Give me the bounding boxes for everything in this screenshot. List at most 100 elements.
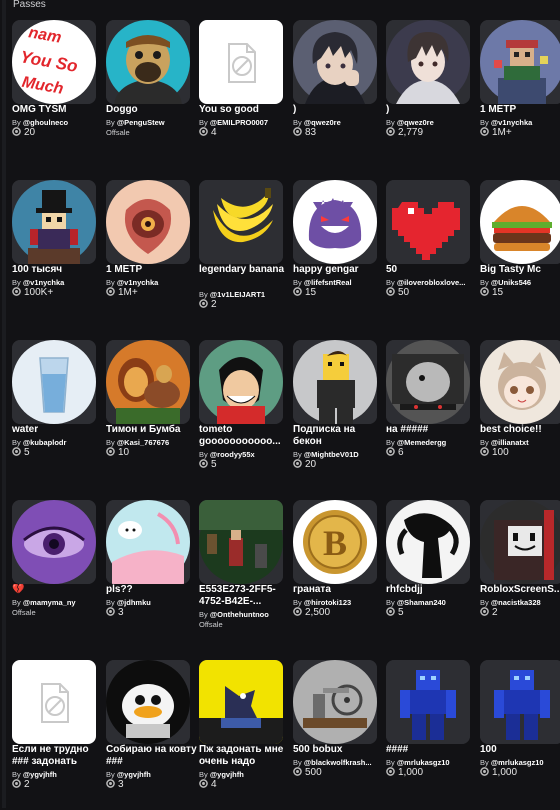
gold-coin-image[interactable]: B: [293, 500, 377, 584]
pass-creator[interactable]: By @jdhmku: [106, 598, 200, 607]
creator-name[interactable]: @ygvjhfh: [117, 770, 151, 779]
pass-title[interactable]: rhfcbdjj: [386, 584, 478, 596]
pass-creator[interactable]: By @mrlukasgz10: [480, 758, 560, 767]
pass-title[interactable]: ): [386, 104, 478, 116]
pass-creator[interactable]: By @qwez0re: [293, 118, 387, 127]
pass-title[interactable]: на #####: [386, 424, 478, 436]
pass-title[interactable]: Тимон и Бумба: [106, 424, 198, 436]
blue-robot-image[interactable]: [386, 660, 470, 744]
creator-name[interactable]: @lifefsntReal: [304, 278, 352, 287]
pass-title[interactable]: 500 bobux: [293, 744, 385, 756]
pass-creator[interactable]: By @MightbeV01D: [293, 450, 387, 459]
pass-creator[interactable]: By @ghoulneco: [12, 118, 106, 127]
heart-hands-image[interactable]: [106, 180, 190, 264]
pass-creator[interactable]: By @EMILPRO0007: [199, 118, 293, 127]
engine-image[interactable]: [293, 660, 377, 744]
pass-title[interactable]: ): [293, 104, 385, 116]
tysm-image[interactable]: nam You So Much: [12, 20, 96, 104]
creator-name[interactable]: @v1nychka: [491, 118, 533, 127]
pass-title[interactable]: water: [12, 424, 104, 436]
pass-creator[interactable]: By @qwez0re: [386, 118, 480, 127]
pass-card[interactable]: Пж задонать мне очень надо By @ygvjhfh 4: [199, 660, 285, 810]
pass-creator[interactable]: By @1v1LEIJART1: [199, 290, 293, 299]
game-screenshot-image[interactable]: [199, 500, 283, 584]
pass-card[interactable]: ) By @qwez0re 2,779: [386, 20, 472, 170]
pass-card[interactable]: 50 By @iloverobloxlove... 50: [386, 180, 472, 330]
pass-title[interactable]: ####: [386, 744, 478, 756]
pass-title[interactable]: E553E273-2FF5-4752-B42E-...: [199, 584, 291, 608]
pass-card[interactable]: 1 МЕТР By @v1nychka 1M+: [106, 180, 192, 330]
pass-title[interactable]: 50: [386, 264, 478, 276]
pass-card[interactable]: RobloxScreenS... By @nacistka328 2: [480, 500, 560, 650]
lion-king-image[interactable]: [106, 340, 190, 424]
pass-title[interactable]: граната: [293, 584, 385, 596]
creator-name[interactable]: @v1nychka: [117, 278, 159, 287]
pass-creator[interactable]: By @blackwolfkrash...: [293, 758, 387, 767]
pass-card[interactable]: на ##### By @Memedergg 6: [386, 340, 472, 490]
creator-name[interactable]: @qwez0re: [304, 118, 341, 127]
pass-creator[interactable]: By @lifefsntReal: [293, 278, 387, 287]
pass-title[interactable]: 100: [480, 744, 560, 756]
pass-card[interactable]: You so good By @EMILPRO0007 4: [199, 20, 285, 170]
pass-title[interactable]: tometo gooooooooooo...: [199, 424, 291, 448]
pass-title[interactable]: Пж задонать мне очень надо: [199, 744, 291, 768]
pass-card[interactable]: 100 тысяч By @v1nychka 100K+: [12, 180, 98, 330]
pass-creator[interactable]: By @ygvjhfh: [199, 770, 293, 779]
pass-title[interactable]: 1 МЕТР: [480, 104, 560, 116]
pass-card[interactable]: tometo gooooooooooo... By @roodyy55x 5: [199, 340, 285, 490]
pass-creator[interactable]: By @v1nychka: [12, 278, 106, 287]
pass-card[interactable]: E553E273-2FF5-4752-B42E-... By @Onthehunt…: [199, 500, 285, 650]
blue-robot-image[interactable]: [480, 660, 560, 744]
creator-name[interactable]: @PenguStew: [117, 118, 165, 127]
pass-creator[interactable]: By @v1nychka: [480, 118, 560, 127]
duck-image[interactable]: [106, 660, 190, 744]
pixel-heart-image[interactable]: [386, 180, 470, 264]
pass-card[interactable]: water By @kubaplodr 5: [12, 340, 98, 490]
anime-avatar-image[interactable]: [293, 20, 377, 104]
tophat-avatar-image[interactable]: [12, 180, 96, 264]
pass-card[interactable]: Big Tasty Mc By @Uniks546 15: [480, 180, 560, 330]
gengar-image[interactable]: [293, 180, 377, 264]
water-glass-image[interactable]: [12, 340, 96, 424]
pass-card[interactable]: happy gengar By @lifefsntReal 15: [293, 180, 379, 330]
creator-name[interactable]: @Shaman240: [397, 598, 446, 607]
creator-name[interactable]: @ghoulneco: [23, 118, 68, 127]
hello-kitty-image[interactable]: [106, 500, 190, 584]
pass-creator[interactable]: By @v1nychka: [106, 278, 200, 287]
creator-name[interactable]: @nacistka328: [491, 598, 541, 607]
pass-creator[interactable]: By @kubaplodr: [12, 438, 106, 447]
pass-title[interactable]: best choice!!: [480, 424, 560, 436]
pass-card[interactable]: Тимон и Бумба By @Kasi_767676 10: [106, 340, 192, 490]
pass-card[interactable]: Bграната By @hirotoki123 2,500: [293, 500, 379, 650]
pass-card[interactable]: 100 By @mrlukasgz10 1,000: [480, 660, 560, 810]
burger-image[interactable]: [480, 180, 560, 264]
creator-name[interactable]: @1v1LEIJART1: [210, 290, 265, 299]
pass-card[interactable]: legendary banana By @1v1LEIJART1 2: [199, 180, 285, 330]
creator-name[interactable]: @mrlukasgz10: [397, 758, 450, 767]
pass-title[interactable]: Собираю на ковту ###: [106, 744, 198, 768]
pass-title[interactable]: 💔: [12, 584, 104, 596]
doggo-image[interactable]: [106, 20, 190, 104]
image-placeholder-icon[interactable]: [199, 20, 283, 104]
pass-title[interactable]: Doggo: [106, 104, 198, 116]
pass-creator[interactable]: By @ygvjhfh: [106, 770, 200, 779]
pixel-art-image[interactable]: [480, 20, 560, 104]
pass-creator[interactable]: By @roodyy55x: [199, 450, 293, 459]
pass-card[interactable]: pls?? By @jdhmku 3: [106, 500, 192, 650]
creator-name[interactable]: @mamyma_ny: [23, 598, 76, 607]
luffy-image[interactable]: [199, 340, 283, 424]
pass-card[interactable]: 💔 By @mamyma_ny Offsale: [12, 500, 98, 650]
pass-card[interactable]: Подписка на бекон By @MightbeV01D 20: [293, 340, 379, 490]
crow-image[interactable]: [199, 660, 283, 744]
shadow-figure-image[interactable]: [386, 500, 470, 584]
creator-name[interactable]: @v1nychka: [23, 278, 65, 287]
creator-name[interactable]: @qwez0re: [397, 118, 434, 127]
creator-name[interactable]: @ygvjhfh: [23, 770, 57, 779]
pass-creator[interactable]: By @Kasi_767676: [106, 438, 200, 447]
creator-name[interactable]: @MightbeV01D: [304, 450, 359, 459]
pass-card[interactable]: ) By @qwez0re 83: [293, 20, 379, 170]
creator-name[interactable]: @iloverobloxlove...: [397, 278, 466, 287]
pass-creator[interactable]: By @iloverobloxlove...: [386, 278, 480, 287]
pass-title[interactable]: legendary banana: [199, 264, 291, 288]
creator-name[interactable]: @kubaplodr: [23, 438, 67, 447]
